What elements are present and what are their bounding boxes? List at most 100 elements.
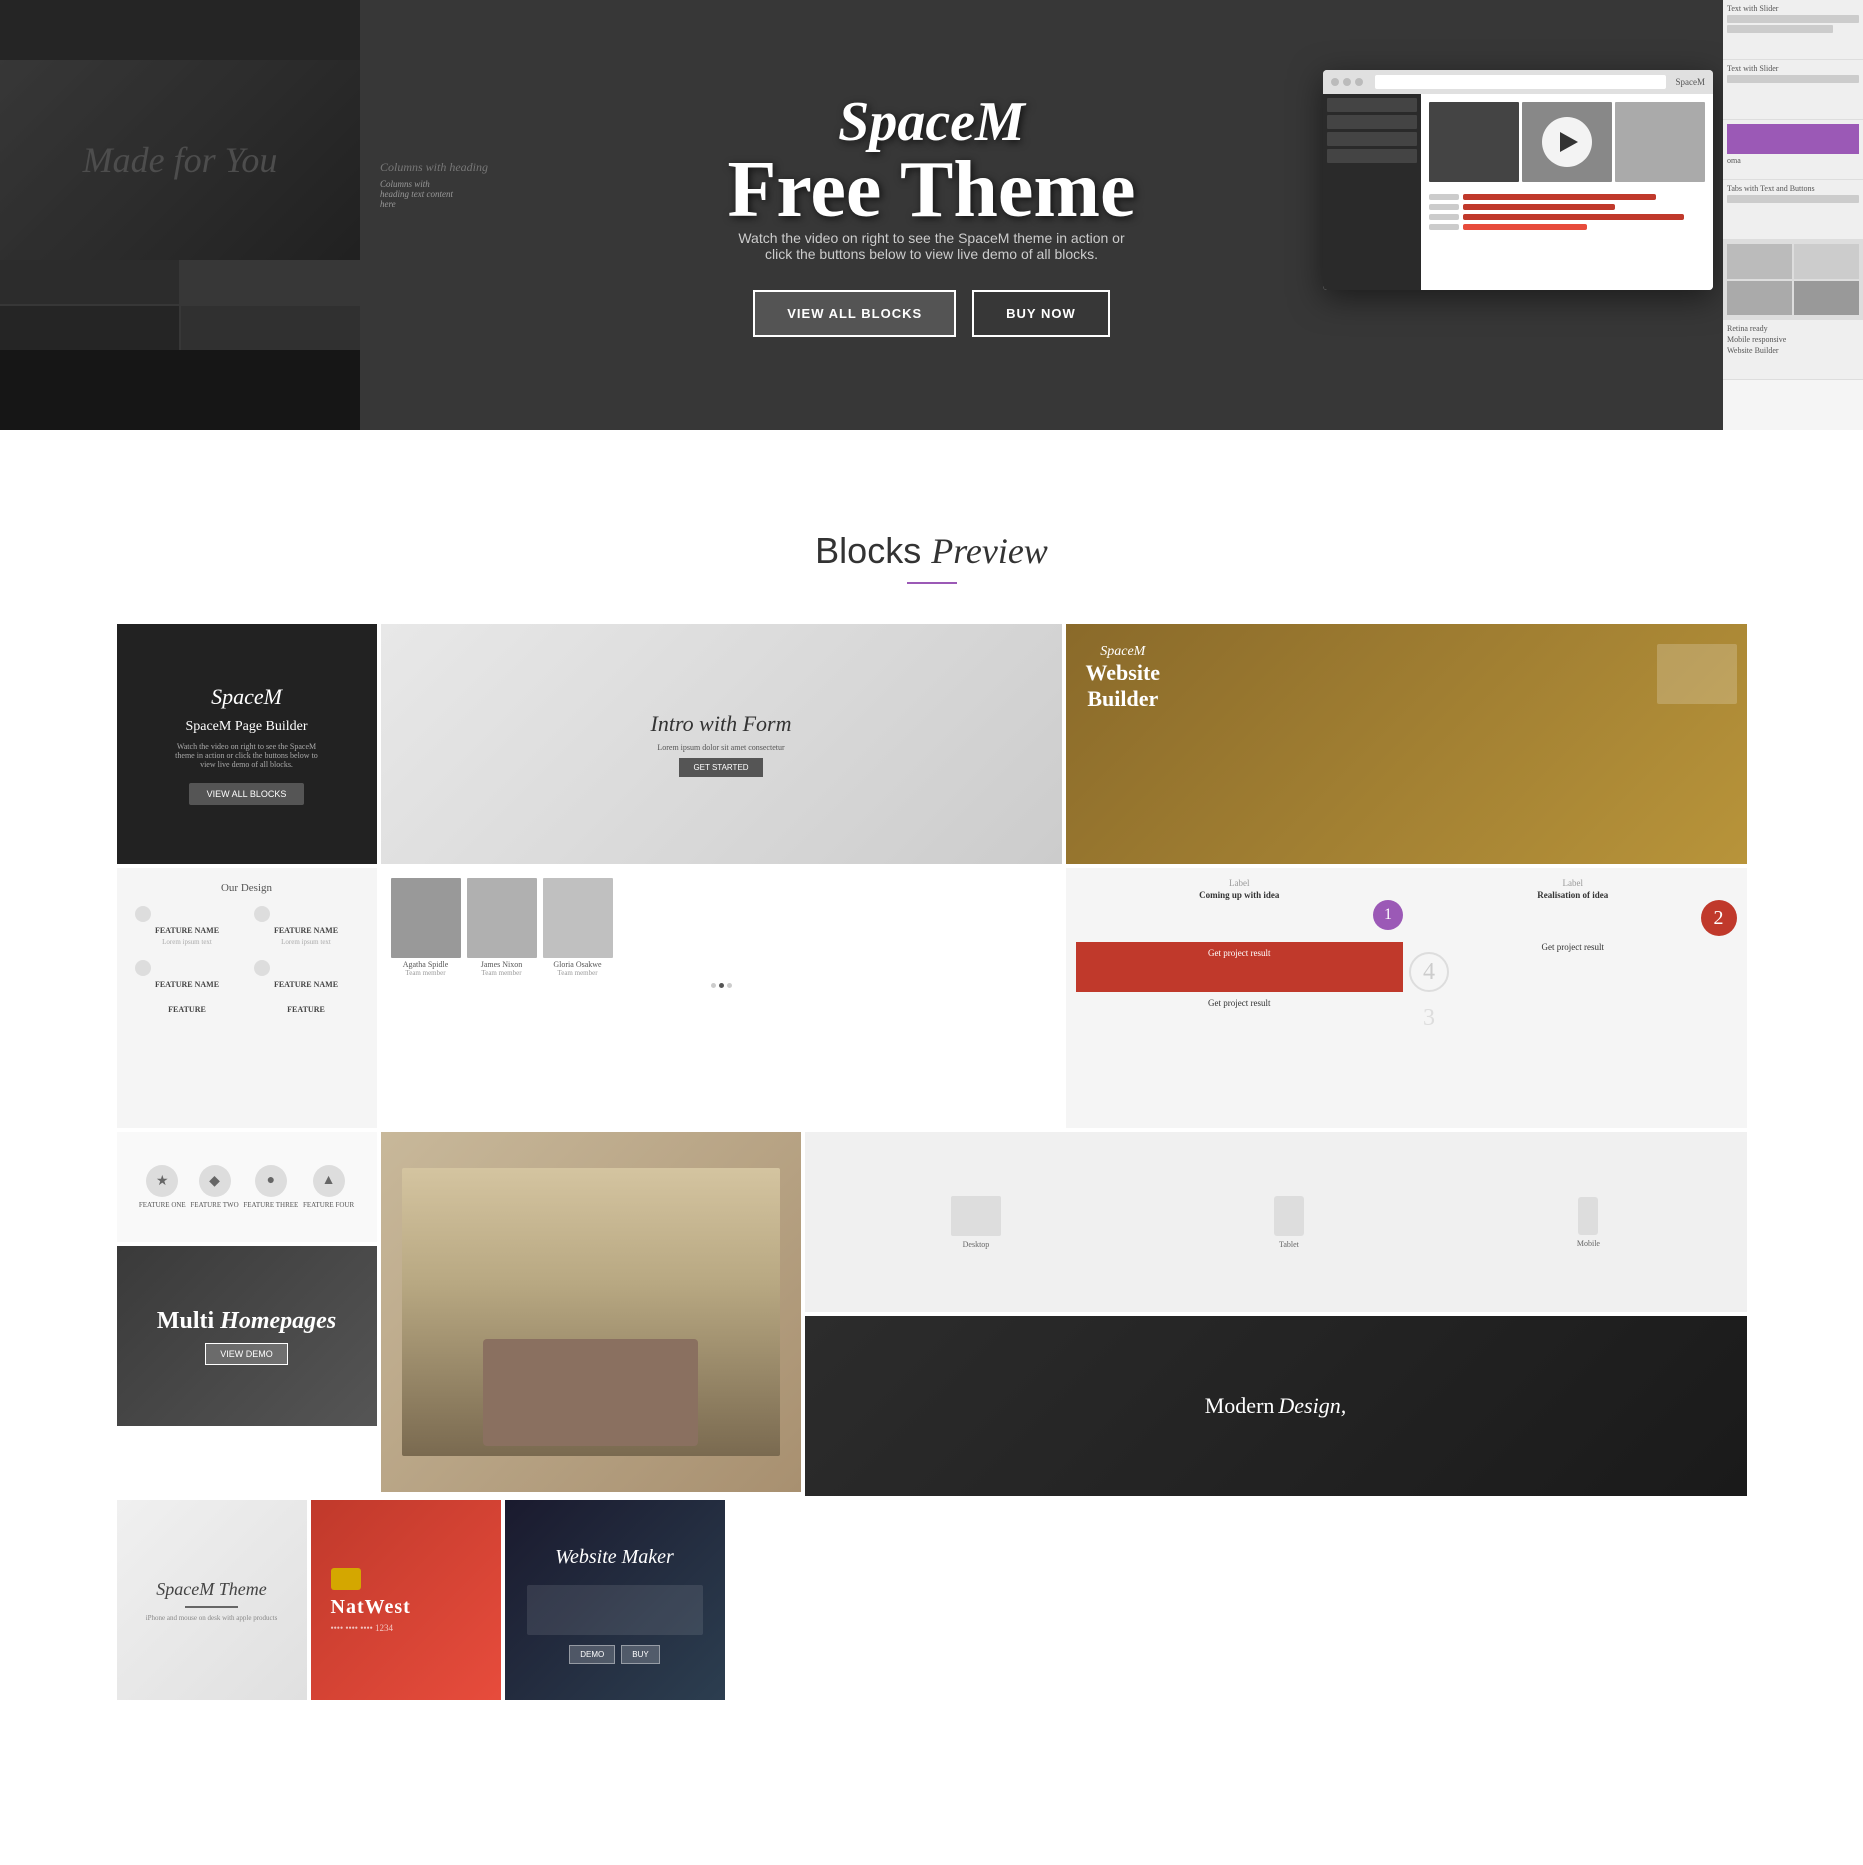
spacem-theme-divider <box>185 1606 238 1608</box>
process-num-2: 2 <box>1701 900 1737 936</box>
team-pagination-dots <box>391 983 1052 988</box>
intro-form-card: Intro with Form Lorem ipsum dolor sit am… <box>381 624 1062 864</box>
modern-design-text: Modern Design, <box>1205 1393 1346 1419</box>
website-maker-preview <box>527 1585 703 1635</box>
spacem-theme-card: SpaceM Theme iPhone and mouse on desk wi… <box>117 1500 307 1700</box>
icon-label-2: FEATURE TWO <box>190 1201 238 1209</box>
chart-label-4 <box>1429 224 1459 230</box>
columns-body-text: Columns with heading text content here <box>380 179 460 209</box>
website-maker-btn-2[interactable]: BUY <box>621 1645 659 1664</box>
col-a-left: SpaceM SpaceM Page Builder Watch the vid… <box>117 624 377 1128</box>
process-step-1: Label Coming up with idea 1 <box>1076 878 1404 936</box>
blocks-title-normal: Blocks <box>815 530 921 571</box>
multi-home-btn[interactable]: VIEW DEMO <box>205 1343 288 1365</box>
col-a-right: SpaceM Website Builder Label Coming up w… <box>1066 624 1747 1128</box>
blocks-mosaic: SpaceM SpaceM Page Builder Watch the vid… <box>57 624 1807 1700</box>
icons-row-card: ★ FEATURE ONE ◆ FEATURE TWO ● FEATURE TH… <box>117 1132 377 1242</box>
browser-img-1 <box>1429 102 1519 182</box>
team-member-2: James Nixon Team member <box>467 878 537 977</box>
icon-feature-3: ● FEATURE THREE <box>243 1165 298 1209</box>
preview-strip-1 <box>1727 15 1859 23</box>
page-builder-card: SpaceM SpaceM Page Builder Watch the vid… <box>117 624 377 864</box>
preview-label-4: Tabs with Text and Buttons <box>1727 184 1859 193</box>
devices-card: Desktop Tablet Mobile <box>805 1132 1747 1312</box>
modern-label: Modern <box>1205 1393 1275 1418</box>
device-tablet: Tablet <box>1274 1196 1304 1249</box>
preview-label-6c: Website Builder <box>1727 346 1859 355</box>
hero-section: Made for You SpaceM Free Theme Watch the… <box>0 0 1863 430</box>
preview-label-6a: Retina ready <box>1727 324 1859 333</box>
office-table <box>483 1339 698 1446</box>
sidebar-item-4 <box>1327 149 1417 163</box>
mosaic-row-a: SpaceM SpaceM Page Builder Watch the vid… <box>117 624 1747 1128</box>
team-role-3: Team member <box>543 969 613 977</box>
mobile-label: Mobile <box>1577 1239 1600 1248</box>
preview-label-3: oma <box>1727 156 1859 165</box>
browser-main-area <box>1421 94 1714 290</box>
chart-bar-4 <box>1463 224 1587 230</box>
process-num-3b: 3 <box>1409 998 1449 1038</box>
device-desktop: Desktop <box>951 1196 1001 1249</box>
chart-bar-3 <box>1463 214 1684 220</box>
sidebar-item-1 <box>1327 98 1417 112</box>
website-maker-btn-1[interactable]: DEMO <box>569 1645 615 1664</box>
desktop-label: Desktop <box>951 1240 1001 1249</box>
preview-img-5c <box>1727 281 1792 316</box>
spacem-theme-inner: SpaceM Theme iPhone and mouse on desk wi… <box>126 1559 298 1642</box>
hero-columns-overlay: Columns with heading Columns with headin… <box>380 160 488 209</box>
play-button[interactable] <box>1542 117 1592 167</box>
design-item-2: FEATURE NAMELorem ipsum text <box>250 902 363 950</box>
process-card: Label Coming up with idea 1 Label Realis… <box>1066 868 1747 1128</box>
natwest-chip <box>331 1568 361 1590</box>
chart-row-4 <box>1429 224 1706 230</box>
mosaic-row-c: SpaceM Theme iPhone and mouse on desk wi… <box>117 1500 1747 1700</box>
browser-title: SpaceM <box>1676 77 1706 87</box>
page-builder-btn[interactable]: VIEW ALL BLOCKS <box>189 783 305 805</box>
preview-strip-item-1: Text with Slider <box>1723 0 1863 60</box>
homepages-label: Homepages <box>220 1308 336 1334</box>
page-builder-label: SpaceM Page Builder <box>185 719 307 734</box>
buy-now-button[interactable]: BUY NOW <box>972 290 1110 337</box>
preview-strip-4 <box>1727 195 1859 203</box>
browser-img-3 <box>1615 102 1705 182</box>
page-builder-title: SpaceM SpaceM Page Builder <box>185 684 307 736</box>
chart-label-1 <box>1429 194 1459 200</box>
process-step-2: Label Realisation of idea 2 <box>1409 878 1737 936</box>
dot-1 <box>711 983 716 988</box>
process-step-3: Get project result <box>1076 942 1404 992</box>
website-maker-card: Website Maker DEMO BUY <box>505 1500 725 1700</box>
process-num-1: 1 <box>1373 900 1403 930</box>
chart-row-3 <box>1429 214 1706 220</box>
icon-circle-2: ◆ <box>199 1165 231 1197</box>
columns-with-heading-text: Columns with heading <box>380 160 488 175</box>
office-interior <box>402 1168 780 1456</box>
preview-purple-bar <box>1727 124 1859 154</box>
team-role-2: Team member <box>467 969 537 977</box>
website-builder-card: SpaceM Website Builder <box>1066 624 1747 864</box>
tablet-label: Tablet <box>1274 1240 1304 1249</box>
chart-bar-2 <box>1463 204 1615 210</box>
mobile-icon <box>1578 1197 1598 1235</box>
browser-dot-3 <box>1355 78 1363 86</box>
chart-bar-1 <box>1463 194 1657 200</box>
modern-design-card: Modern Design, <box>805 1316 1747 1496</box>
multi-homepages-card: Multi Homepages VIEW DEMO <box>117 1246 377 1426</box>
website-maker-title: Website Maker <box>545 1536 684 1579</box>
browser-sidebar <box>1323 94 1421 290</box>
icon-circle-1: ★ <box>146 1165 178 1197</box>
website-maker-buttons: DEMO BUY <box>569 1645 659 1664</box>
design-item-4: FEATURE NAME <box>250 956 363 995</box>
process-step-5: Get project result <box>1076 998 1404 1038</box>
intro-form-btn[interactable]: GET STARTED <box>679 758 762 777</box>
office-photo-card <box>381 1132 801 1492</box>
chart-row-1 <box>1429 194 1706 200</box>
preview-strip-item-4: Tabs with Text and Buttons <box>1723 180 1863 240</box>
blocks-title-italic: Preview <box>931 531 1048 571</box>
view-all-blocks-button[interactable]: VIEW ALL BLOCKS <box>753 290 956 337</box>
preview-img-5b <box>1794 244 1859 279</box>
team-name-1: Agatha Spidle <box>391 960 461 969</box>
sidebar-item-2 <box>1327 115 1417 129</box>
design-item-3: FEATURE NAME <box>131 956 244 995</box>
preview-strip-item-3: oma <box>1723 120 1863 180</box>
natwest-card-num: •••• •••• •••• 1234 <box>331 1623 394 1633</box>
